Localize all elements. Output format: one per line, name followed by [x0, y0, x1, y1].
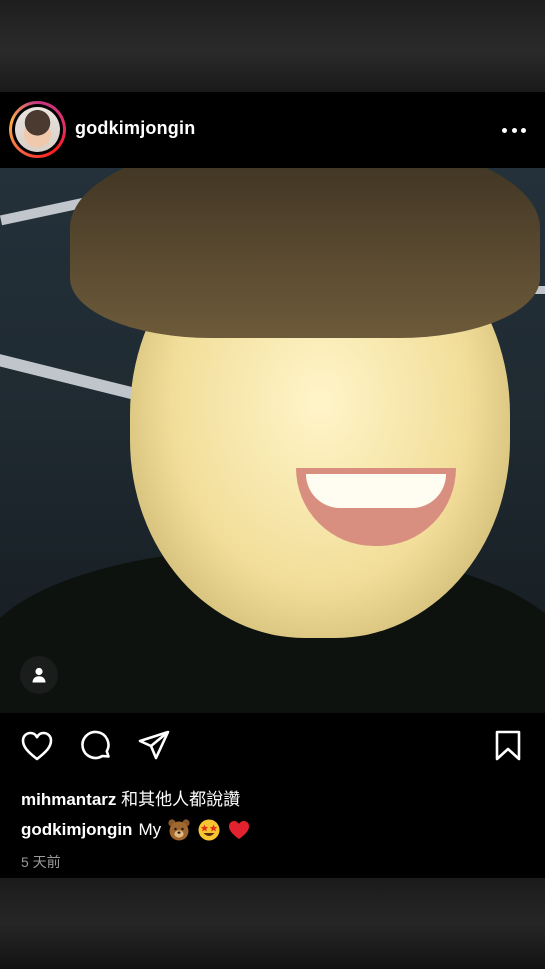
post-timestamp: 5 天前: [21, 854, 61, 870]
tagged-users-icon[interactable]: [20, 656, 58, 694]
avatar-image: [15, 107, 60, 152]
bookmark-icon[interactable]: [490, 728, 526, 764]
post-actions-bar: [0, 713, 545, 783]
comment-icon[interactable]: [78, 728, 114, 764]
heart-icon[interactable]: [19, 728, 55, 764]
share-paper-plane-icon[interactable]: [136, 728, 172, 764]
caption-username[interactable]: godkimjongin: [21, 820, 132, 840]
background-blur-bottom: [0, 878, 545, 969]
background-blur-top: [0, 0, 545, 92]
post-header: godkimjongin: [0, 92, 545, 168]
more-options-icon[interactable]: [498, 120, 530, 140]
post-username[interactable]: godkimjongin: [75, 118, 195, 139]
post-video[interactable]: [0, 168, 545, 713]
bear-face-emoji-icon: [168, 819, 190, 841]
liked-by-line: mihmantarz 和其他人都說讚: [21, 785, 240, 810]
instagram-post: godkimjongin mihmantarz 和其他人都說讚 godkimjo…: [0, 92, 545, 878]
caption-text: My: [138, 820, 162, 839]
star-struck-emoji-icon: [198, 819, 220, 841]
profile-avatar[interactable]: [9, 101, 66, 158]
person-hair: [70, 168, 540, 338]
red-heart-emoji-icon: [229, 821, 250, 839]
post-caption: godkimjongin My: [21, 818, 251, 842]
liked-by-username[interactable]: mihmantarz: [21, 790, 116, 809]
liked-by-suffix: 和其他人都說讚: [121, 790, 241, 809]
person-teeth: [306, 474, 446, 508]
